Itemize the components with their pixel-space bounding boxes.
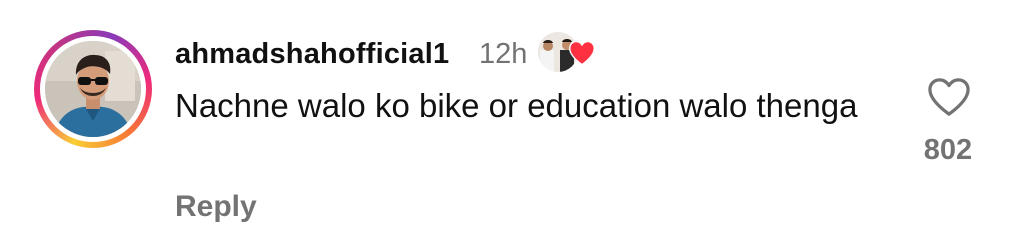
comment-username[interactable]: ahmadshahofficial1 (175, 34, 449, 74)
creator-liked-badge (538, 32, 598, 76)
avatar-story-ring[interactable] (34, 30, 152, 148)
avatar-photo (45, 41, 141, 137)
comment-item: ahmadshahofficial1 12h Nachne walo ko bi… (0, 0, 1024, 240)
comment-text: Nachne walo ko bike or education walo th… (175, 87, 858, 124)
reply-button[interactable]: Reply (175, 187, 257, 227)
red-heart-icon (569, 40, 595, 66)
like-count: 802 (923, 134, 973, 166)
heart-outline-icon[interactable] (926, 76, 972, 118)
comment-timestamp: 12h (479, 38, 528, 70)
avatar[interactable] (45, 41, 141, 137)
